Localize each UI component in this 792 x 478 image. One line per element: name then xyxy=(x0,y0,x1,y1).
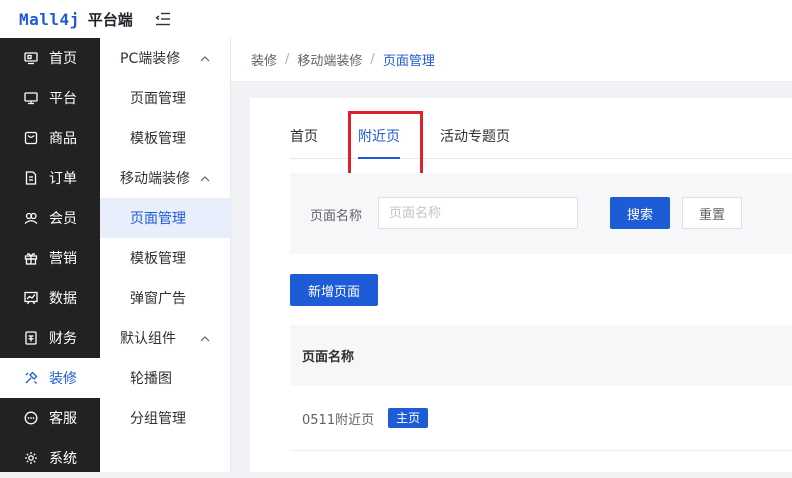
sidebar-item-label: 平台 xyxy=(49,91,77,107)
sidebar-item-label: 客服 xyxy=(49,411,77,427)
breadcrumb: 装修 / 移动端装修 / 页面管理 xyxy=(231,38,792,82)
box-icon xyxy=(23,130,39,146)
submenu-item-popup-ad[interactable]: 弹窗广告 xyxy=(100,278,230,318)
chevron-up-icon xyxy=(200,50,210,66)
sidebar-item-label: 首页 xyxy=(49,51,77,67)
pages-table: 页面名称 0511附近页 主页 xyxy=(290,325,792,451)
sidebar-item-label: 数据 xyxy=(49,291,77,307)
logo-text: 平台端 xyxy=(87,10,133,29)
submenu-group-mobile[interactable]: 移动端装修 xyxy=(100,158,230,198)
submenu-group-pc[interactable]: PC端装修 xyxy=(100,38,230,78)
breadcrumb-current: 页面管理 xyxy=(382,54,435,69)
sidebar-item-data[interactable]: 数据 xyxy=(0,278,100,318)
reset-button[interactable]: 重置 xyxy=(682,197,742,229)
wallet-icon xyxy=(23,330,39,346)
gear-icon xyxy=(23,450,39,466)
sub-sidebar: PC端装修 页面管理 模板管理 移动端装修 页面管理 模板管理 弹窗广告 默认组… xyxy=(100,38,231,472)
highlight-annotation xyxy=(348,111,423,177)
sidebar-item-service[interactable]: 客服 xyxy=(0,398,100,438)
top-header: Mall4j 平台端 xyxy=(0,0,792,38)
add-page-button[interactable]: 新增页面 xyxy=(290,274,378,306)
sidebar-item-label: 会员 xyxy=(49,211,77,227)
submenu-group-label: 移动端装修 xyxy=(120,171,190,187)
sidebar-item-goods[interactable]: 商品 xyxy=(0,118,100,158)
page-name-input[interactable] xyxy=(378,197,578,229)
sidebar-item-members[interactable]: 会员 xyxy=(0,198,100,238)
page-name-cell: 0511附近页 xyxy=(302,412,375,428)
column-header-name: 页面名称 xyxy=(302,350,355,365)
submenu-group-label: 默认组件 xyxy=(120,331,176,347)
chart-board-icon xyxy=(23,290,39,306)
submenu-group-label: PC端装修 xyxy=(120,51,181,67)
submenu-item-carousel[interactable]: 轮播图 xyxy=(100,358,230,398)
sidebar-item-finance[interactable]: 财务 xyxy=(0,318,100,358)
desktop-icon xyxy=(23,90,39,106)
tab-home[interactable]: 首页 xyxy=(290,126,318,158)
sidebar-item-platform[interactable]: 平台 xyxy=(0,78,100,118)
submenu-item-group-manage[interactable]: 分组管理 xyxy=(100,398,230,438)
document-icon xyxy=(23,170,39,186)
chevron-up-icon xyxy=(200,170,210,186)
submenu-item-mobile-page[interactable]: 页面管理 xyxy=(100,198,230,238)
sidebar-item-label: 装修 xyxy=(49,371,77,387)
users-icon xyxy=(23,210,39,226)
logo-mark: Mall4j xyxy=(19,9,80,29)
breadcrumb-separator: / xyxy=(285,52,290,67)
tab-activity[interactable]: 活动专题页 xyxy=(440,126,510,158)
table-header: 页面名称 xyxy=(290,325,792,386)
main-sidebar: 首页 平台 商品 订单 会员 营销 数据 财务 装修 客服 系统 xyxy=(0,38,100,472)
chevron-up-icon xyxy=(200,330,210,346)
sidebar-item-marketing[interactable]: 营销 xyxy=(0,238,100,278)
submenu-item-pc-page[interactable]: 页面管理 xyxy=(100,78,230,118)
home-badge: 主页 xyxy=(388,408,429,428)
monitor-icon xyxy=(23,50,39,66)
search-panel: 页面名称 搜索 重置 xyxy=(290,173,792,254)
sidebar-item-decoration[interactable]: 装修 xyxy=(0,358,100,398)
search-button[interactable]: 搜索 xyxy=(610,197,670,229)
submenu-item-pc-template[interactable]: 模板管理 xyxy=(100,118,230,158)
sidebar-item-home[interactable]: 首页 xyxy=(0,38,100,78)
sidebar-item-system[interactable]: 系统 xyxy=(0,438,100,478)
search-label: 页面名称 xyxy=(310,209,363,224)
sidebar-item-label: 商品 xyxy=(49,131,77,147)
breadcrumb-item[interactable]: 移动端装修 xyxy=(297,50,362,69)
sidebar-item-label: 营销 xyxy=(49,251,77,267)
breadcrumb-item[interactable]: 装修 xyxy=(251,50,277,69)
chat-icon xyxy=(23,410,39,426)
brush-icon xyxy=(23,370,39,386)
submenu-item-mobile-template[interactable]: 模板管理 xyxy=(100,238,230,278)
submenu-group-default-components[interactable]: 默认组件 xyxy=(100,318,230,358)
sidebar-item-label: 财务 xyxy=(49,331,77,347)
sidebar-item-orders[interactable]: 订单 xyxy=(0,158,100,198)
logo[interactable]: Mall4j 平台端 xyxy=(19,9,133,30)
breadcrumb-separator: / xyxy=(370,52,375,67)
table-row[interactable]: 0511附近页 主页 xyxy=(290,386,792,451)
main-content: 首页 附近页 活动专题页 页面名称 搜索 重置 新增页面 页面名称 0511附近… xyxy=(250,98,792,472)
sidebar-item-label: 系统 xyxy=(49,451,77,467)
menu-fold-icon[interactable] xyxy=(155,10,173,28)
sidebar-item-label: 订单 xyxy=(49,171,77,187)
gift-icon xyxy=(23,250,39,266)
